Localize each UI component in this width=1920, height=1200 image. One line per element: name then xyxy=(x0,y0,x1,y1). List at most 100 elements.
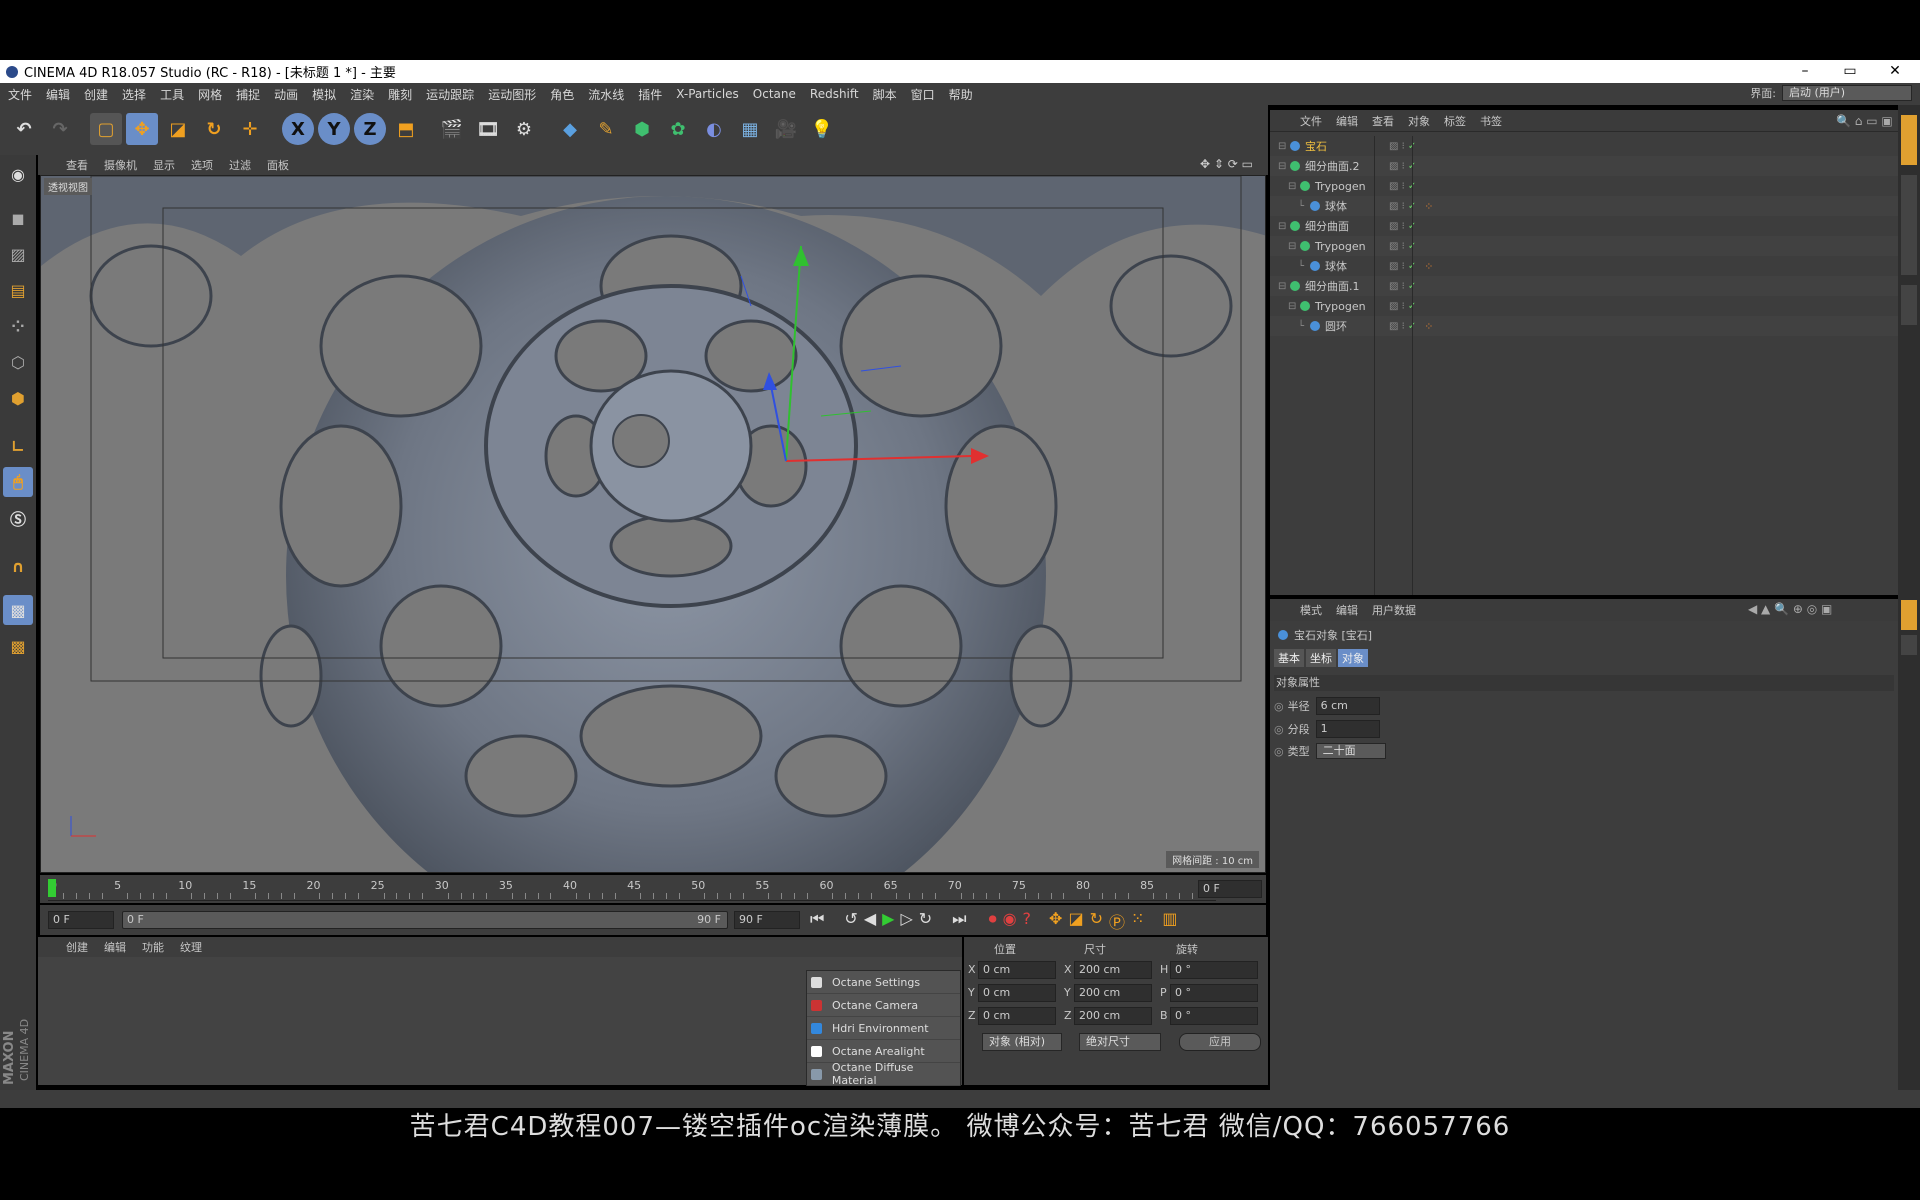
object-row[interactable]: └球体▨ ⁝✓⁘ xyxy=(1270,256,1898,276)
layers-side-tab[interactable] xyxy=(1901,635,1917,655)
attribute-menu-item[interactable]: 用户数据 xyxy=(1372,602,1416,618)
octane-menu-item[interactable]: Octane Settings xyxy=(807,971,960,994)
current-frame-field[interactable]: 0 F xyxy=(1198,880,1262,898)
attribute-tab[interactable]: 坐标 xyxy=(1306,649,1336,667)
visibility-toggle-icon[interactable]: ▨ ⁝ xyxy=(1389,221,1405,232)
object-name[interactable]: 细分曲面 xyxy=(1305,218,1383,234)
expand-toggle-icon[interactable]: ⊟ xyxy=(1288,301,1300,312)
expand-toggle-icon[interactable]: ⊟ xyxy=(1278,141,1290,152)
menu-item[interactable]: 编辑 xyxy=(46,86,70,103)
redo-icon[interactable]: ↷ xyxy=(44,113,76,145)
objects-side-tab[interactable] xyxy=(1901,115,1917,165)
object-manager-icons[interactable]: 🔍 ⌂ ▭ ▣ xyxy=(1836,114,1893,128)
animate-radio-icon[interactable]: ◎ xyxy=(1274,700,1284,713)
object-menu-item[interactable]: 查看 xyxy=(1372,113,1394,129)
move-icon[interactable]: ✥ xyxy=(126,113,158,145)
key-rotation-icon[interactable]: ↻ xyxy=(1090,909,1103,933)
light-icon[interactable]: 💡 xyxy=(806,113,838,145)
menu-item[interactable]: 文件 xyxy=(8,86,32,103)
playhead[interactable] xyxy=(48,879,56,897)
object-menu-item[interactable]: 编辑 xyxy=(1336,113,1358,129)
object-row[interactable]: ⊟Trypogen▨ ⁝✓ xyxy=(1270,176,1898,196)
object-row[interactable]: ⊟Trypogen▨ ⁝✓ xyxy=(1270,236,1898,256)
expand-toggle-icon[interactable]: ⊟ xyxy=(1288,241,1300,252)
maximize-button[interactable]: ▭ xyxy=(1830,60,1870,83)
rotation-field[interactable]: 0 ° xyxy=(1170,984,1258,1002)
object-menu-item[interactable]: 标签 xyxy=(1444,113,1466,129)
menu-item[interactable]: 选择 xyxy=(122,86,146,103)
viewport-nav-icons[interactable]: ✥ ⇕ ⟳ ▭ xyxy=(1200,157,1253,171)
octane-menu-item[interactable]: Octane Diffuse Material xyxy=(807,1061,960,1087)
axis-mode-icon[interactable]: ∟ xyxy=(3,431,33,461)
viewport-menu-item[interactable]: 过滤 xyxy=(229,157,251,173)
coordinate-system-icon[interactable]: ⬒ xyxy=(390,113,422,145)
axis-x-button[interactable]: X xyxy=(282,113,314,145)
menu-item[interactable]: 运动跟踪 xyxy=(426,86,474,103)
rotation-field[interactable]: 0 ° xyxy=(1170,961,1258,979)
octane-menu-item[interactable]: Octane Camera xyxy=(807,994,960,1017)
timeline[interactable]: 0510152025303540455055606570758085900 F xyxy=(40,875,1266,903)
material-tag-icon[interactable]: ⁘ xyxy=(1424,260,1433,273)
expand-toggle-icon[interactable]: ⊟ xyxy=(1278,221,1290,232)
attribute-nav-icons[interactable]: ◀ ▲ 🔍 ⊕ ◎ ▣ xyxy=(1748,602,1832,616)
attribute-value-field[interactable]: 二十面 xyxy=(1315,743,1386,759)
viewport-menu-item[interactable]: 面板 xyxy=(267,157,289,173)
object-name[interactable]: Trypogen xyxy=(1315,300,1383,313)
octane-menu-item[interactable]: Octane Arealight xyxy=(807,1040,960,1063)
visibility-toggle-icon[interactable]: ▨ ⁝ xyxy=(1389,201,1405,212)
menu-item[interactable]: 网格 xyxy=(198,86,222,103)
object-row[interactable]: └球体▨ ⁝✓⁘ xyxy=(1270,196,1898,216)
live-selection-icon[interactable]: ▢ xyxy=(90,113,122,145)
expand-toggle-icon[interactable]: ⊟ xyxy=(1288,181,1300,192)
expand-toggle-icon[interactable]: └ xyxy=(1298,261,1310,272)
object-name[interactable]: Trypogen xyxy=(1315,180,1383,193)
object-row[interactable]: ⊟细分曲面.2▨ ⁝✓ xyxy=(1270,156,1898,176)
object-menu-item[interactable]: 书签 xyxy=(1480,113,1502,129)
go-to-start-icon[interactable]: ⏮ xyxy=(810,909,824,933)
camera-icon[interactable]: 🎥 xyxy=(770,113,802,145)
viewport-menu-item[interactable]: 查看 xyxy=(66,157,88,173)
material-tag-icon[interactable]: ⁘ xyxy=(1424,200,1433,213)
expand-toggle-icon[interactable]: └ xyxy=(1298,321,1310,332)
menu-item[interactable]: 模拟 xyxy=(312,86,336,103)
key-position-icon[interactable]: ✥ xyxy=(1049,909,1062,933)
prev-frame-icon[interactable]: ◀ xyxy=(864,909,876,933)
visibility-toggle-icon[interactable]: ▨ ⁝ xyxy=(1389,241,1405,252)
coord-mode-select[interactable]: 对象 (相对) xyxy=(982,1033,1062,1051)
render-settings-icon[interactable]: ⚙ xyxy=(508,113,540,145)
octane-live-icon[interactable]: ◉ xyxy=(3,159,33,189)
layout-select[interactable]: 启动 (用户) xyxy=(1782,85,1912,101)
render-view-icon[interactable]: 🎬 xyxy=(436,113,468,145)
start-frame-field[interactable]: 0 F xyxy=(48,911,114,929)
points-mode-icon[interactable]: ⁘ xyxy=(3,311,33,341)
menu-item[interactable]: 窗口 xyxy=(911,86,935,103)
transform-icon[interactable]: ✛ xyxy=(234,113,266,145)
material-menu-item[interactable]: 编辑 xyxy=(104,939,126,955)
viewport-menu-item[interactable]: 选项 xyxy=(191,157,213,173)
material-menu-item[interactable]: 纹理 xyxy=(180,939,202,955)
planar-workplane-icon[interactable]: ▩ xyxy=(3,631,33,661)
visibility-toggle-icon[interactable]: ▨ ⁝ xyxy=(1389,161,1405,172)
scale-icon[interactable]: ◪ xyxy=(162,113,194,145)
tweak-mode-icon[interactable]: 🖱 xyxy=(3,467,33,497)
key-scale-icon[interactable]: ◪ xyxy=(1068,909,1083,933)
prev-key-icon[interactable]: ↺ xyxy=(844,909,857,933)
rotate-icon[interactable]: ↻ xyxy=(198,113,230,145)
texture-mode-icon[interactable]: ▨ xyxy=(3,239,33,269)
menu-item[interactable]: 创建 xyxy=(84,86,108,103)
go-to-end-icon[interactable]: ⏭ xyxy=(952,909,966,933)
floor-icon[interactable]: ▦ xyxy=(734,113,766,145)
position-field[interactable]: 0 cm xyxy=(978,1007,1056,1025)
octane-menu-item[interactable]: Hdri Environment xyxy=(807,1017,960,1040)
render-picture-viewer-icon[interactable]: 🎞 xyxy=(472,113,504,145)
size-field[interactable]: 200 cm xyxy=(1074,1007,1152,1025)
next-frame-icon[interactable]: ▷ xyxy=(900,909,912,933)
viewport-menu-item[interactable]: 显示 xyxy=(153,157,175,173)
cube-icon[interactable]: ◆ xyxy=(554,113,586,145)
autokey-icon[interactable]: ◉ xyxy=(1003,909,1017,933)
record-icon[interactable]: ⏺ xyxy=(989,909,997,933)
key-parameter-icon[interactable]: Ⓟ xyxy=(1109,909,1125,933)
position-field[interactable]: 0 cm xyxy=(978,984,1056,1002)
menu-item[interactable]: 雕刻 xyxy=(388,86,412,103)
animate-radio-icon[interactable]: ◎ xyxy=(1274,745,1284,758)
